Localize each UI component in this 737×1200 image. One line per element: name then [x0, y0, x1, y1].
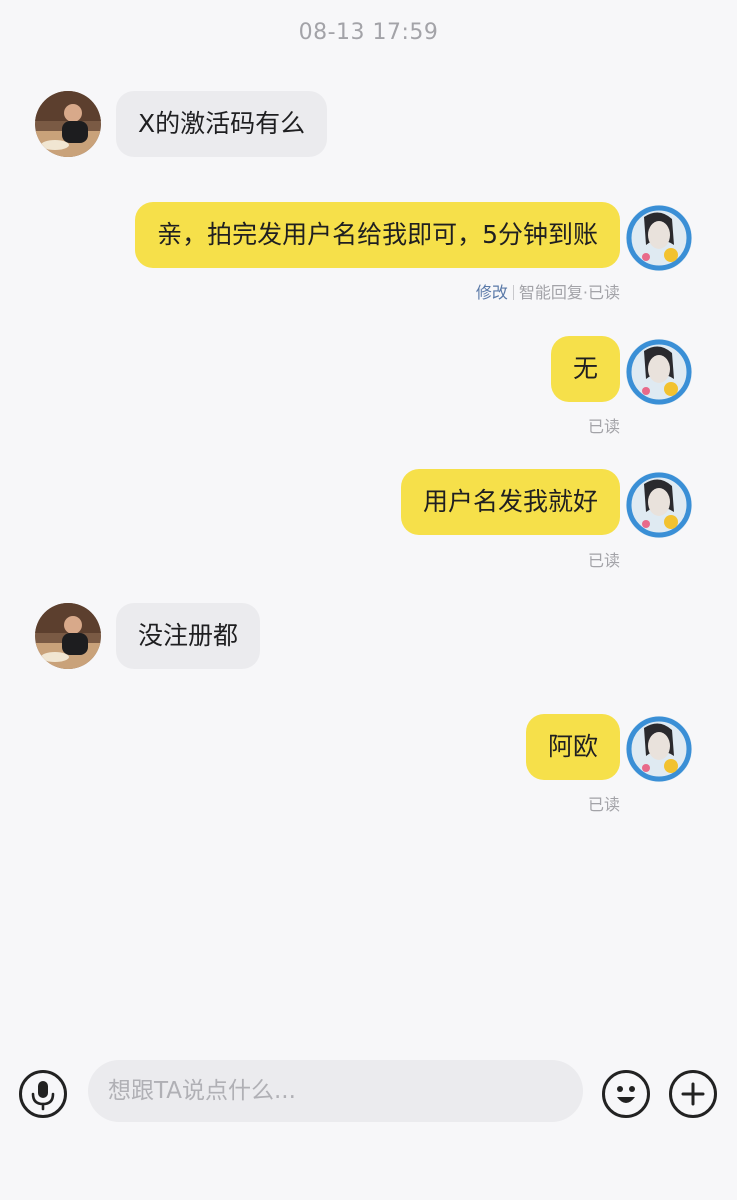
contact-avatar[interactable]	[35, 91, 101, 157]
message-meta: 修改 智能回复·已读	[476, 279, 620, 303]
outgoing-message-bubble[interactable]: 阿欧	[525, 714, 620, 780]
contact-avatar[interactable]	[35, 603, 101, 669]
edit-link[interactable]: 修改	[476, 283, 508, 302]
incoming-message-bubble[interactable]: 没注册都	[116, 603, 261, 669]
outgoing-message-bubble[interactable]: 亲，拍完发用户名给我即可，5分钟到账	[135, 202, 620, 268]
more-button[interactable]	[669, 1070, 717, 1118]
incoming-message-bubble[interactable]: X的激活码有么	[116, 91, 328, 157]
voice-button[interactable]	[19, 1070, 67, 1118]
outgoing-message-bubble[interactable]: 无	[550, 336, 620, 402]
emoji-button[interactable]	[602, 1070, 650, 1118]
outgoing-message-bubble[interactable]: 用户名发我就好	[400, 469, 620, 535]
message-input[interactable]	[88, 1060, 583, 1122]
my-avatar[interactable]	[626, 716, 692, 782]
microphone-icon	[31, 1081, 55, 1111]
smiley-icon	[617, 1086, 635, 1103]
my-avatar[interactable]	[626, 472, 692, 538]
my-avatar[interactable]	[626, 205, 692, 271]
read-status: 已读	[587, 417, 620, 436]
timestamp: 08-13 17:59	[298, 20, 439, 45]
chat-screen: 08-13 17:59 X的激活码有么 亲，拍完发用户名给我即可，5分钟到账 修…	[0, 0, 737, 1200]
my-avatar[interactable]	[626, 339, 692, 405]
meta-divider	[512, 285, 514, 300]
read-status: 已读	[587, 795, 620, 814]
plus-icon	[681, 1082, 705, 1106]
read-status: 已读	[587, 551, 620, 570]
input-bar	[0, 1050, 737, 1140]
read-status: 智能回复·已读	[518, 283, 620, 302]
